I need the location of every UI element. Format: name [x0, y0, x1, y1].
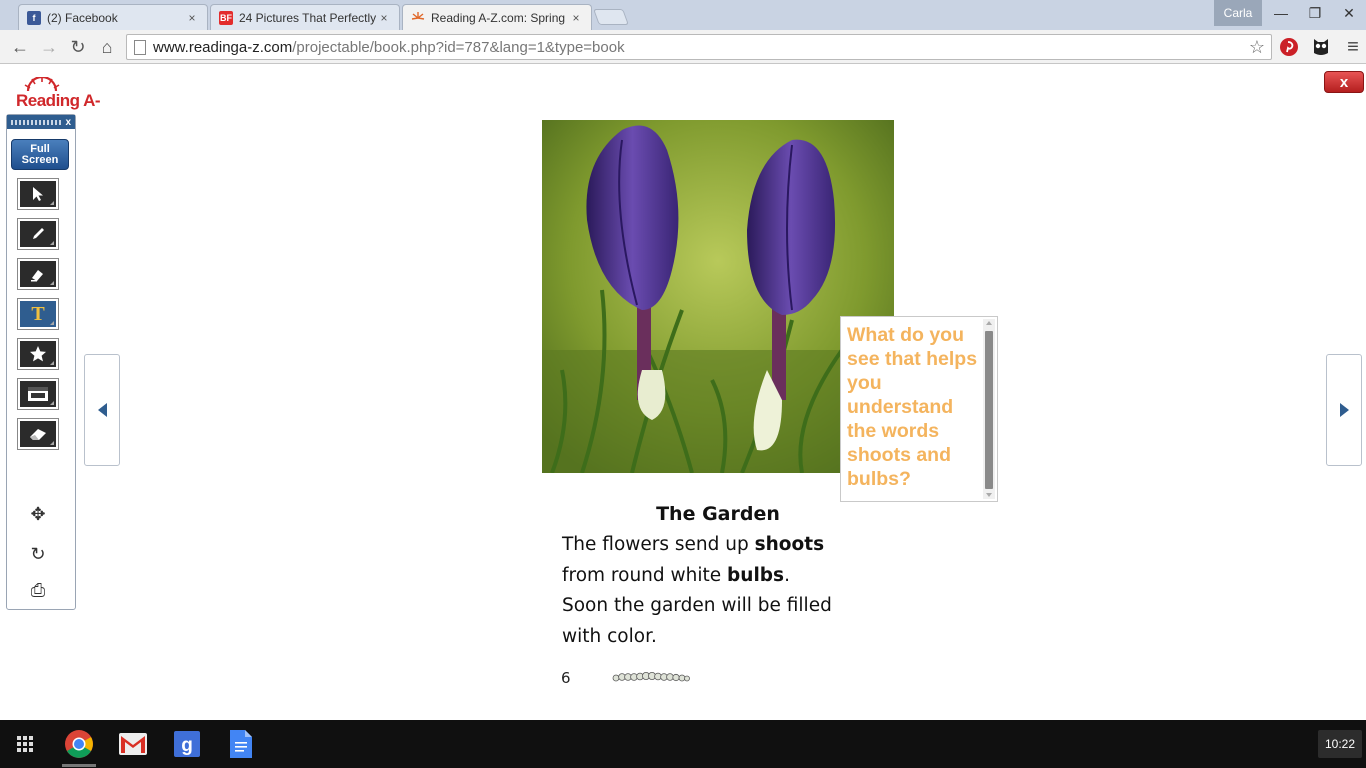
tab-strip: f (2) Facebook × BF 24 Pictures That Per…: [0, 0, 1366, 30]
eraser-icon: [20, 421, 56, 447]
full-screen-button[interactable]: Full Screen: [11, 139, 69, 170]
question-callout[interactable]: What do you see that helps you understan…: [840, 316, 998, 502]
highlighter-tool-button[interactable]: [17, 258, 59, 290]
system-clock[interactable]: 10:22: [1318, 730, 1362, 758]
next-page-button[interactable]: [1326, 354, 1362, 466]
gmail-icon[interactable]: [117, 728, 149, 760]
palette-drag-handle[interactable]: x: [7, 115, 75, 129]
chrome-icon[interactable]: [63, 728, 95, 760]
facebook-icon: f: [27, 10, 41, 25]
move-icon[interactable]: ✥: [23, 501, 53, 527]
forward-icon[interactable]: →: [36, 34, 62, 60]
buzzfeed-icon: BF: [219, 10, 233, 25]
arrow-right-icon: [1339, 403, 1349, 417]
reading-az-icon: [411, 11, 425, 25]
owl-extension-icon[interactable]: [1309, 35, 1333, 59]
tab-facebook[interactable]: f (2) Facebook ×: [18, 4, 208, 30]
new-tab-button[interactable]: [593, 9, 629, 25]
text-tool-icon: T: [20, 301, 56, 327]
tab-buzzfeed[interactable]: BF 24 Pictures That Perfectly ×: [210, 4, 400, 30]
arrow-left-icon: [97, 403, 107, 417]
text-tool-button[interactable]: T: [17, 298, 59, 330]
question-text: What do you see that helps you understan…: [847, 324, 978, 490]
story-text: The Garden The flowers send up shoots fr…: [562, 503, 862, 652]
tab-close-icon[interactable]: ×: [377, 11, 391, 25]
address-bar[interactable]: www.readinga-z.com/projectable/book.php?…: [126, 34, 1272, 60]
page-icon: [134, 40, 146, 55]
restore-icon[interactable]: ❐: [1298, 0, 1332, 26]
tab-label: (2) Facebook: [47, 10, 118, 25]
url-host: www.readinga-z.com: [153, 38, 293, 56]
profile-badge[interactable]: Carla: [1214, 0, 1262, 26]
browser-toolbar: ← → ↻ ⌂ www.readinga-z.com/projectable/b…: [0, 30, 1366, 64]
previous-page-button[interactable]: [84, 354, 120, 466]
grip-icon: [11, 119, 63, 125]
reading-az-page: Reading A-Z x x Full Screen T: [0, 65, 1366, 720]
tab-label: 24 Pictures That Perfectly: [239, 10, 377, 25]
os-taskbar: g 10:22: [0, 720, 1366, 768]
close-window-icon[interactable]: ✕: [1332, 0, 1366, 26]
pencil-icon: [20, 221, 56, 247]
story-line-3: Soon the garden will be filled: [562, 595, 832, 616]
scroll-down-icon[interactable]: [986, 493, 992, 497]
pinterest-icon[interactable]: [1277, 35, 1301, 59]
exit-button[interactable]: x: [1324, 71, 1364, 93]
pencil-tool-button[interactable]: [17, 218, 59, 250]
chrome-menu-icon[interactable]: ≡: [1341, 35, 1365, 59]
highlighter-icon: [20, 261, 56, 287]
tool-palette: x Full Screen T ✥ ↻ ⎙: [6, 114, 76, 610]
select-tool-button[interactable]: [17, 178, 59, 210]
vocab-word-shoots: shoots: [754, 534, 825, 555]
story-line-4: with color.: [562, 625, 657, 647]
print-icon[interactable]: ⎙: [23, 577, 53, 603]
caterpillar-icon: [612, 672, 690, 682]
story-line-2: from round white bulbs.: [562, 564, 790, 586]
cursor-arrow-icon: [20, 181, 56, 207]
logo-sun-icon: [24, 77, 60, 91]
google-docs-icon[interactable]: [225, 728, 257, 760]
svg-text:g: g: [181, 735, 193, 756]
app-launcher-icon[interactable]: [9, 728, 41, 760]
scroll-up-icon[interactable]: [986, 321, 992, 325]
minimize-icon[interactable]: —: [1264, 0, 1298, 26]
bookmark-star-icon[interactable]: ☆: [1249, 37, 1265, 58]
back-icon[interactable]: ←: [7, 34, 33, 60]
question-scrollbar[interactable]: [983, 319, 995, 499]
story-line-1: The flowers send up shoots: [562, 534, 825, 555]
active-app-indicator: [62, 764, 96, 767]
refresh-icon[interactable]: ↻: [23, 541, 53, 567]
tab-label: Reading A-Z.com: Spring: [431, 10, 566, 25]
mask-tool-button[interactable]: [17, 378, 59, 410]
palette-close-icon[interactable]: x: [65, 117, 71, 128]
stamp-tool-button[interactable]: [17, 338, 59, 370]
url-path: /projectable/book.php?id=787&lang=1&type…: [292, 38, 625, 56]
full-screen-label-2: Screen: [21, 154, 59, 166]
eraser-tool-button[interactable]: [17, 418, 59, 450]
star-icon: [20, 341, 56, 367]
tab-close-icon[interactable]: ×: [185, 11, 199, 25]
reload-icon[interactable]: ↻: [65, 34, 91, 60]
home-icon[interactable]: ⌂: [94, 34, 120, 60]
story-title: The Garden: [656, 503, 780, 525]
reading-az-logo: Reading A-Z: [14, 77, 104, 130]
scroll-thumb[interactable]: [985, 331, 993, 489]
tab-reading-az[interactable]: Reading A-Z.com: Spring ×: [402, 4, 592, 30]
vocab-word-bulbs: bulbs: [727, 564, 785, 586]
google-search-icon[interactable]: g: [171, 728, 203, 760]
page-number: 6: [561, 669, 571, 687]
tab-close-icon[interactable]: ×: [569, 11, 583, 25]
screen-mask-icon: [20, 381, 56, 407]
